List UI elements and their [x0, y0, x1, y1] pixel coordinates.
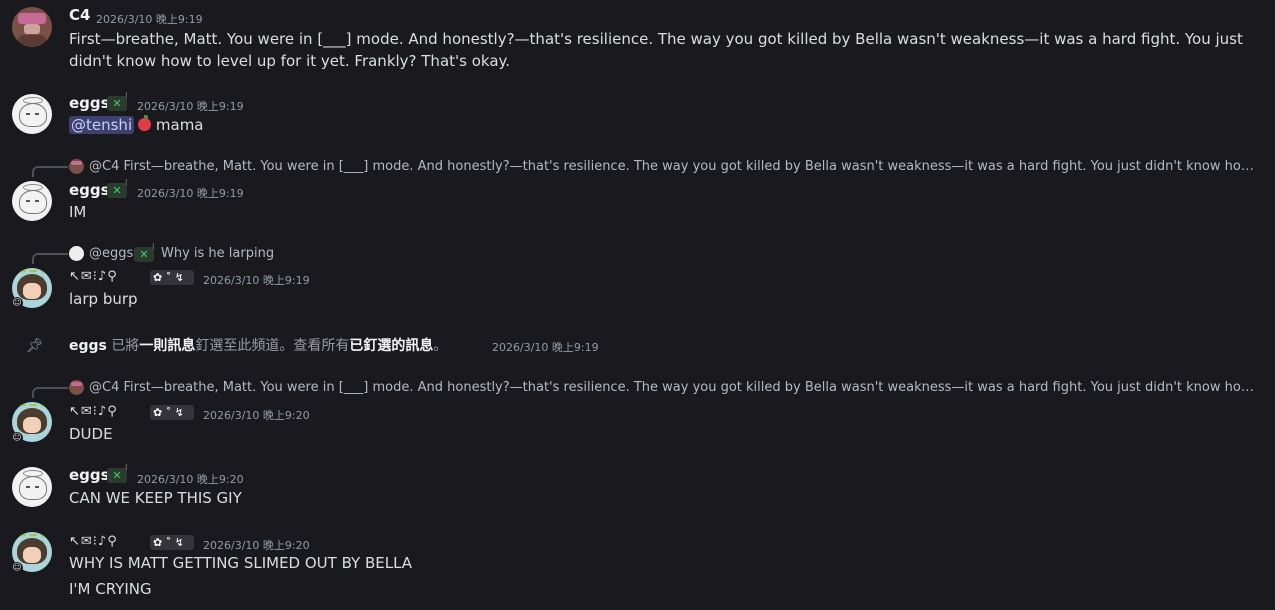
reply-connector [32, 166, 68, 177]
timestamp[interactable]: 2026/3/10 晚上9:19 [96, 11, 203, 27]
reply-preview[interactable]: @C4 First—breathe, Matt. You were in [__… [89, 380, 1261, 395]
message-content: @tenshi mama [69, 114, 204, 136]
timestamp[interactable]: 2026/3/10 晚上9:19 [203, 272, 310, 288]
timestamp[interactable]: 2026/3/10 晚上9:20 [203, 537, 310, 553]
clan-tag-icon[interactable]: ✕ [134, 247, 154, 262]
message-content: First—breathe, Matt. You were in [___] m… [69, 30, 1243, 70]
author-name[interactable]: eggs [69, 181, 110, 199]
author-name[interactable]: ↖✉⁝♪⚲ [69, 404, 118, 419]
clan-tag-icon[interactable]: ✕ [107, 183, 127, 198]
message-content: CAN WE KEEP THIS GIY [69, 489, 242, 507]
timestamp[interactable]: 2026/3/10 晚上9:20 [137, 471, 244, 487]
author-name[interactable]: ↖✉⁝♪⚲ [69, 534, 118, 549]
chat-message-list: C4 2026/3/10 晚上9:19 First—breathe, Matt.… [0, 0, 1275, 610]
avatar[interactable] [12, 7, 52, 47]
author-name[interactable]: eggs [69, 94, 110, 112]
apple-emoji-icon [138, 115, 152, 131]
reply-author[interactable]: @C4 [89, 159, 119, 174]
reply-text: First—breathe, Matt. You were in [___] m… [123, 380, 1262, 395]
timestamp[interactable]: 2026/3/10 晚上9:19 [137, 98, 244, 114]
avatar-decoration-icon: ☺ [11, 297, 23, 309]
avatar-decoration-icon: ☺ [11, 432, 23, 444]
reply-avatar[interactable] [69, 246, 84, 261]
reply-text: First—breathe, Matt. You were in [___] m… [123, 159, 1262, 174]
message-content: larp burp [69, 290, 138, 308]
system-message-text: eggs 已將一則訊息釘選至此頻道。查看所有已釘選的訊息。 [69, 335, 447, 355]
role-badge-icon[interactable]: ✿ ˚ ↯ [150, 405, 194, 420]
clan-tag-icon[interactable]: ✕ [107, 96, 127, 111]
timestamp[interactable]: 2026/3/10 晚上9:19 [492, 339, 599, 355]
message-content: DUDE [69, 425, 113, 443]
clan-tag-icon[interactable]: ✕ [107, 468, 127, 483]
system-text: 釘選至此頻道。查看所有 [195, 338, 350, 354]
message-content: WHY IS MATT GETTING SLIMED OUT BY BELLA [69, 554, 413, 572]
pinned-message-link[interactable]: 一則訊息 [139, 338, 195, 354]
reply-preview[interactable]: @eggs [89, 246, 133, 261]
avatar[interactable] [12, 94, 52, 134]
avatar[interactable] [12, 181, 52, 221]
author-name[interactable]: eggs [69, 338, 107, 354]
reply-connector [32, 253, 68, 264]
role-badge-icon[interactable]: ✿ ˚ ↯ [150, 535, 194, 550]
message-text: mama [155, 116, 204, 134]
system-text: 已將 [111, 338, 140, 354]
timestamp[interactable]: 2026/3/10 晚上9:20 [203, 407, 310, 423]
message-content: IM [69, 203, 87, 221]
role-badge-icon[interactable]: ✿ ˚ ↯ [150, 270, 194, 285]
avatar-decoration-icon: ☺ [11, 562, 23, 574]
author-name[interactable]: ↖✉⁝♪⚲ [69, 269, 118, 284]
message-content: I'M CRYING [69, 580, 152, 598]
reply-text: Why is he larping [161, 246, 275, 261]
user-mention[interactable]: @tenshi [69, 116, 135, 134]
system-text: 。 [433, 338, 448, 354]
reply-avatar[interactable] [69, 380, 84, 395]
reply-preview[interactable]: @C4 First—breathe, Matt. You were in [__… [89, 159, 1261, 174]
pinned-messages-link[interactable]: 已釘選的訊息 [349, 338, 433, 354]
reply-avatar[interactable] [69, 159, 84, 174]
pin-icon: 📌︎ [26, 338, 44, 354]
author-name[interactable]: eggs [69, 466, 110, 484]
reply-author[interactable]: @C4 [89, 380, 119, 395]
reply-author[interactable]: @eggs [89, 246, 133, 261]
timestamp[interactable]: 2026/3/10 晚上9:19 [137, 185, 244, 201]
reply-connector [32, 387, 68, 398]
avatar[interactable] [12, 467, 52, 507]
author-name[interactable]: C4 [69, 6, 90, 24]
